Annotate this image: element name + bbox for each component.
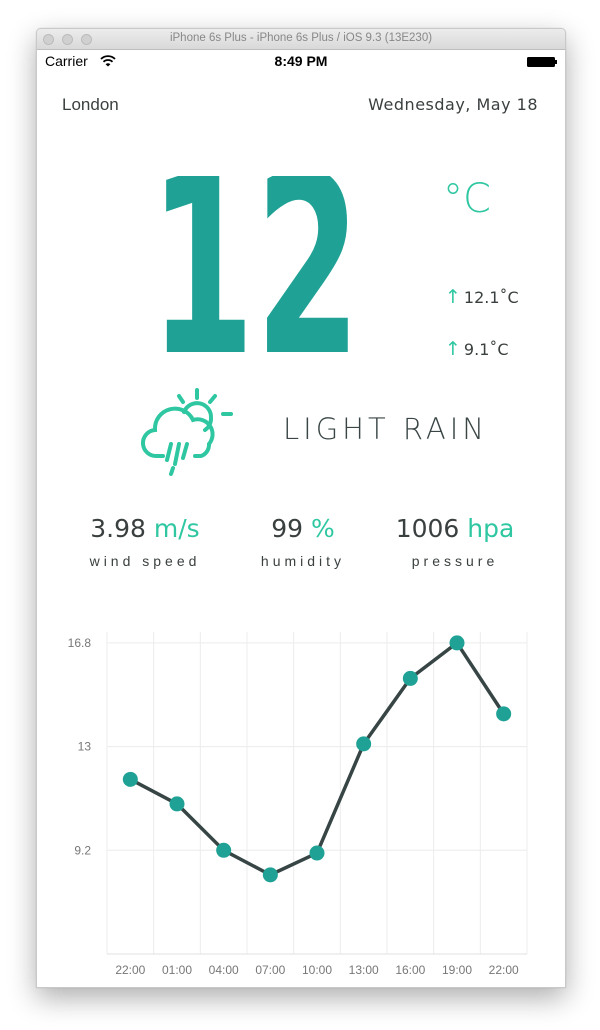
- y-tick-label: 9.2: [74, 843, 91, 857]
- x-tick-label: 22:00: [115, 963, 145, 977]
- temperature-data-point: [216, 842, 232, 858]
- x-tick-label: 07:00: [255, 963, 285, 977]
- window-title: iPhone 6s Plus - iPhone 6s Plus / iOS 9.…: [169, 32, 433, 44]
- x-tick-label: 13:00: [349, 963, 379, 977]
- low-temperature: ↑ 9.1˚C: [445, 338, 509, 360]
- temperature-data-point: [262, 867, 278, 883]
- wind-speed-label: wind speed: [89, 553, 201, 569]
- current-date: Wednesday, May 18: [368, 95, 538, 114]
- current-temperature: 12: [149, 176, 361, 366]
- x-tick-label: 10:00: [302, 963, 332, 977]
- temperature-series-line: [129, 641, 506, 877]
- rain-cloud-sun-icon: [141, 388, 233, 476]
- temperature-chart: 16.8 13 9.2 22:00 01:00 04:00 07:00 10:00 13:00 1…: [68, 632, 528, 977]
- x-tick-label: 19:00: [442, 963, 472, 977]
- temperature-data-point: [356, 736, 372, 752]
- pressure-label: pressure: [411, 553, 499, 569]
- wind-speed-unit: m/s: [153, 514, 200, 543]
- x-tick-label: 16:00: [395, 963, 425, 977]
- pressure-unit: hpa: [467, 514, 515, 543]
- x-tick-label: 22:00: [489, 963, 519, 977]
- x-tick-label: 01:00: [162, 963, 192, 977]
- humidity-label: humidity: [260, 553, 346, 569]
- temperature-unit: °C: [443, 176, 491, 222]
- pressure-stat: 1006 hpa pressure: [375, 514, 535, 569]
- temperature-data-point: [496, 706, 512, 722]
- high-temperature: ↑ 12.1˚C: [445, 286, 519, 308]
- current-temperature-value: 12: [149, 176, 361, 366]
- y-tick-label: 13: [78, 740, 92, 754]
- city-name: London: [62, 95, 119, 114]
- temperature-data-point: [169, 796, 185, 812]
- pressure-value: 1006: [395, 514, 460, 543]
- temperature-data-point: [309, 845, 325, 861]
- battery-icon: [527, 57, 557, 67]
- temperature-data-point: [449, 635, 465, 651]
- low-temperature-value: 9.1˚C: [463, 340, 509, 359]
- arrow-up-icon: ↑: [445, 286, 461, 308]
- y-tick-label: 16.8: [68, 636, 92, 650]
- status-time: 8:49 PM: [274, 53, 328, 69]
- app-screen: Carrier 8:49 PM London Wednesday, May 18…: [37, 50, 565, 987]
- x-tick-label: 04:00: [209, 963, 239, 977]
- weather-condition: LIGHT RAIN: [283, 412, 488, 446]
- temperature-data-point: [402, 670, 418, 686]
- wind-speed-value: 3.98: [90, 514, 146, 543]
- humidity-unit: %: [311, 514, 335, 543]
- window-titlebar: iPhone 6s Plus - iPhone 6s Plus / iOS 9.…: [37, 29, 565, 50]
- humidity-value: 99: [271, 514, 304, 543]
- wind-speed-stat: 3.98 m/s wind speed: [65, 514, 225, 569]
- humidity-stat: 99 % humidity: [223, 514, 383, 569]
- simulator-window: iPhone 6s Plus - iPhone 6s Plus / iOS 9.…: [36, 28, 566, 988]
- status-bar: Carrier 8:49 PM: [37, 50, 565, 74]
- high-temperature-value: 12.1˚C: [463, 288, 519, 307]
- arrow-up-icon: ↑: [445, 338, 461, 360]
- temperature-data-point: [122, 771, 138, 787]
